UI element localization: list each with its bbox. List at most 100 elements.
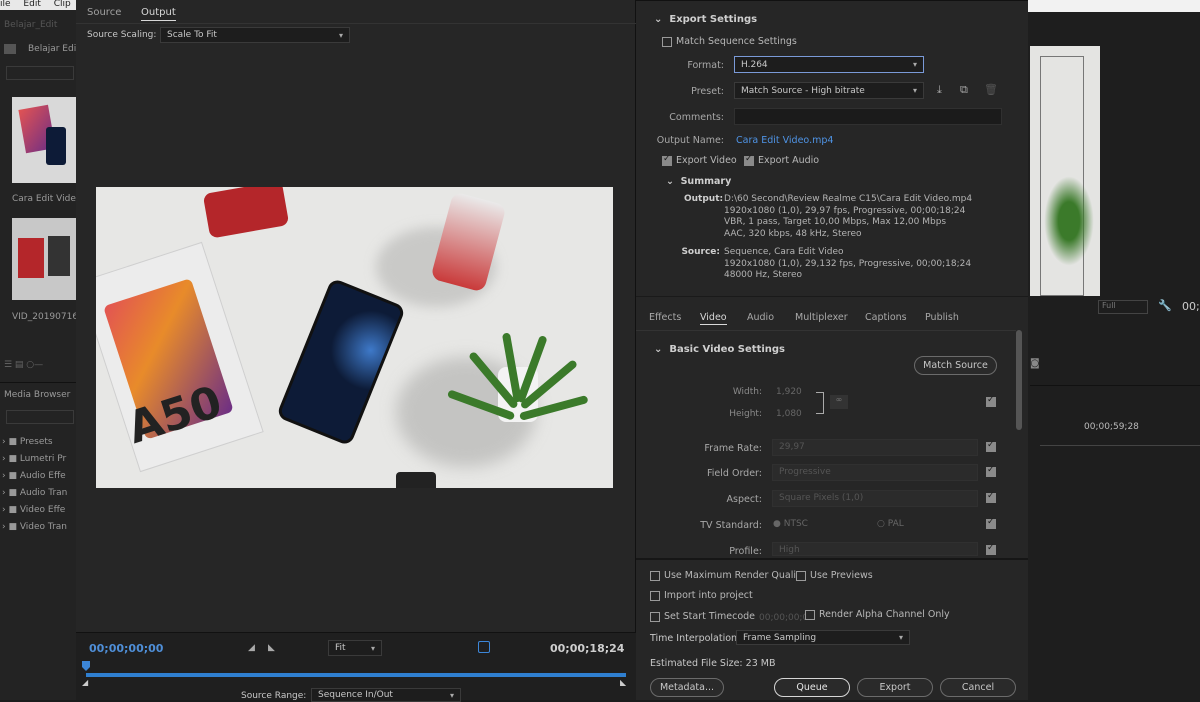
tv-ntsc-radio[interactable]: ● NTSC: [773, 519, 808, 529]
match-source-button[interactable]: Match Source: [914, 356, 997, 375]
tab-video[interactable]: Video: [700, 312, 727, 325]
profile-match-checkbox[interactable]: [986, 543, 996, 556]
playhead-icon[interactable]: [82, 661, 90, 671]
max-render-checkbox[interactable]: Use Maximum Render Quality: [650, 570, 805, 582]
export-audio-checkbox[interactable]: Export Audio: [744, 154, 819, 167]
queue-button[interactable]: Queue: [774, 678, 850, 697]
tab-multiplexer[interactable]: Multiplexer: [795, 312, 848, 323]
checkbox-box[interactable]: [986, 491, 996, 503]
camera-icon[interactable]: ◙: [1030, 358, 1040, 369]
effects-search-input[interactable]: [6, 410, 74, 424]
time-interpolation-select[interactable]: Frame Sampling ▾: [736, 630, 910, 645]
aspect-match-checkbox[interactable]: [986, 491, 996, 504]
list-item[interactable]: › ■ Audio Tran: [2, 488, 67, 505]
zoom-select[interactable]: Full: [1098, 300, 1148, 314]
output-name-link[interactable]: Cara Edit Video.mp4: [736, 135, 833, 146]
chain-link-icon[interactable]: ∞: [830, 395, 848, 409]
match-sequence-checkbox[interactable]: Match Sequence Settings: [662, 36, 797, 48]
width-value[interactable]: 1,920: [776, 387, 802, 397]
field-order-select[interactable]: Progressive: [772, 464, 978, 481]
wrench-icon[interactable]: 🔧: [1158, 299, 1172, 312]
import-project-checkbox[interactable]: Import into project: [650, 590, 753, 602]
clip-thumbnail[interactable]: [12, 97, 76, 183]
timeline-ruler[interactable]: [1040, 440, 1200, 446]
chevron-down-icon: ▾: [449, 690, 454, 700]
export-settings-header[interactable]: ⌄ Export Settings: [654, 14, 757, 25]
checkbox-box[interactable]: [662, 36, 672, 47]
width-height-match-checkbox[interactable]: [986, 395, 996, 408]
zoom-fit-select[interactable]: Fit ▾: [328, 640, 382, 656]
basic-video-header[interactable]: ⌄ Basic Video Settings: [654, 344, 785, 355]
timeline-bar[interactable]: [86, 673, 626, 677]
tab-audio[interactable]: Audio: [747, 312, 774, 323]
format-select[interactable]: H.264 ▾: [734, 56, 924, 73]
list-item[interactable]: › ■ Lumetri Pr: [2, 454, 67, 471]
export-video-checkbox[interactable]: Export Video: [662, 154, 737, 167]
checkbox-box[interactable]: [986, 465, 996, 477]
checkbox-box[interactable]: [986, 440, 996, 452]
project-search-input[interactable]: [6, 66, 74, 80]
chevron-down-icon: ▾: [370, 643, 375, 653]
checkbox-box[interactable]: [986, 395, 996, 407]
media-browser-title[interactable]: Media Browser: [4, 390, 70, 400]
use-previews-checkbox[interactable]: Use Previews: [796, 570, 873, 582]
checkbox-box[interactable]: [662, 154, 672, 166]
list-view-icon[interactable]: ☰ ▤ ○—: [4, 360, 43, 370]
metadata-button[interactable]: Metadata...: [650, 678, 724, 697]
delete-preset-icon[interactable]: 🗑: [984, 83, 998, 96]
in-point-icon[interactable]: ◢: [82, 678, 88, 687]
mark-in-icon[interactable]: ◢: [248, 643, 255, 653]
divider: [636, 558, 1028, 560]
cancel-button[interactable]: Cancel: [940, 678, 1016, 697]
import-preset-icon[interactable]: ⧉: [960, 83, 968, 97]
checkbox-box[interactable]: [805, 609, 815, 620]
chevron-down-icon: ▾: [912, 60, 917, 69]
list-item[interactable]: › ■ Video Tran: [2, 522, 67, 539]
basic-video-title: Basic Video Settings: [669, 344, 786, 355]
checkbox-box[interactable]: [650, 611, 660, 622]
summary-header[interactable]: ⌄ Summary: [666, 176, 731, 187]
settings-scrollbar[interactable]: [1016, 330, 1022, 430]
checkbox-box[interactable]: [650, 570, 660, 581]
tv-standard-match-checkbox[interactable]: [986, 517, 996, 530]
mark-out-icon[interactable]: ◣: [268, 643, 275, 653]
checkbox-box[interactable]: [986, 517, 996, 529]
source-scaling-select[interactable]: Scale To Fit ▾: [160, 27, 350, 43]
tab-output[interactable]: Output: [141, 7, 176, 21]
comments-field[interactable]: [734, 108, 1002, 125]
aspect-select[interactable]: Square Pixels (1,0): [772, 490, 978, 507]
preset-select[interactable]: Match Source - High bitrate ▾: [734, 82, 924, 99]
list-item[interactable]: › ■ Video Effe: [2, 505, 67, 522]
divider: [636, 0, 1028, 1]
save-preset-icon[interactable]: ⤓: [937, 83, 942, 97]
height-value[interactable]: 1,080: [776, 409, 802, 419]
tab-publish[interactable]: Publish: [925, 312, 959, 323]
menu-item-clip[interactable]: Clip: [54, 0, 71, 9]
tv-pal-radio[interactable]: ○ PAL: [877, 519, 904, 529]
out-point-icon[interactable]: ◣: [620, 678, 626, 687]
clip-thumbnail[interactable]: [12, 218, 76, 300]
frame-rate-match-checkbox[interactable]: [986, 440, 996, 453]
tab-source[interactable]: Source: [87, 7, 121, 18]
field-order-match-checkbox[interactable]: [986, 465, 996, 478]
checkbox-box[interactable]: [744, 154, 754, 166]
list-item[interactable]: › ■ Presets: [2, 437, 67, 454]
start-timecode-checkbox[interactable]: Set Start Timecode 00;00;00;00: [650, 611, 814, 623]
chevron-down-icon: ▾: [912, 86, 917, 95]
summary-source-details: Sequence, Cara Edit Video 1920x1080 (1,0…: [724, 247, 971, 282]
set-aspect-icon[interactable]: [478, 641, 490, 653]
checkbox-box[interactable]: [986, 543, 996, 555]
render-alpha-checkbox[interactable]: Render Alpha Channel Only: [805, 609, 950, 621]
checkbox-box[interactable]: [650, 590, 660, 601]
list-item[interactable]: › ■ Audio Effe: [2, 471, 67, 488]
frame-rate-select[interactable]: 29,97: [772, 439, 978, 456]
export-button[interactable]: Export: [857, 678, 933, 697]
menu-item-file[interactable]: ile: [0, 0, 11, 9]
tab-captions[interactable]: Captions: [865, 312, 907, 323]
menu-item-edit[interactable]: Edit: [23, 0, 40, 9]
current-timecode[interactable]: 00;00;00;00: [89, 642, 163, 655]
summary-line: 1920x1080 (1,0), 29,132 fps, Progressive…: [724, 258, 972, 269]
profile-select[interactable]: High: [772, 542, 978, 556]
checkbox-box[interactable]: [796, 570, 806, 581]
tab-effects[interactable]: Effects: [649, 312, 681, 323]
